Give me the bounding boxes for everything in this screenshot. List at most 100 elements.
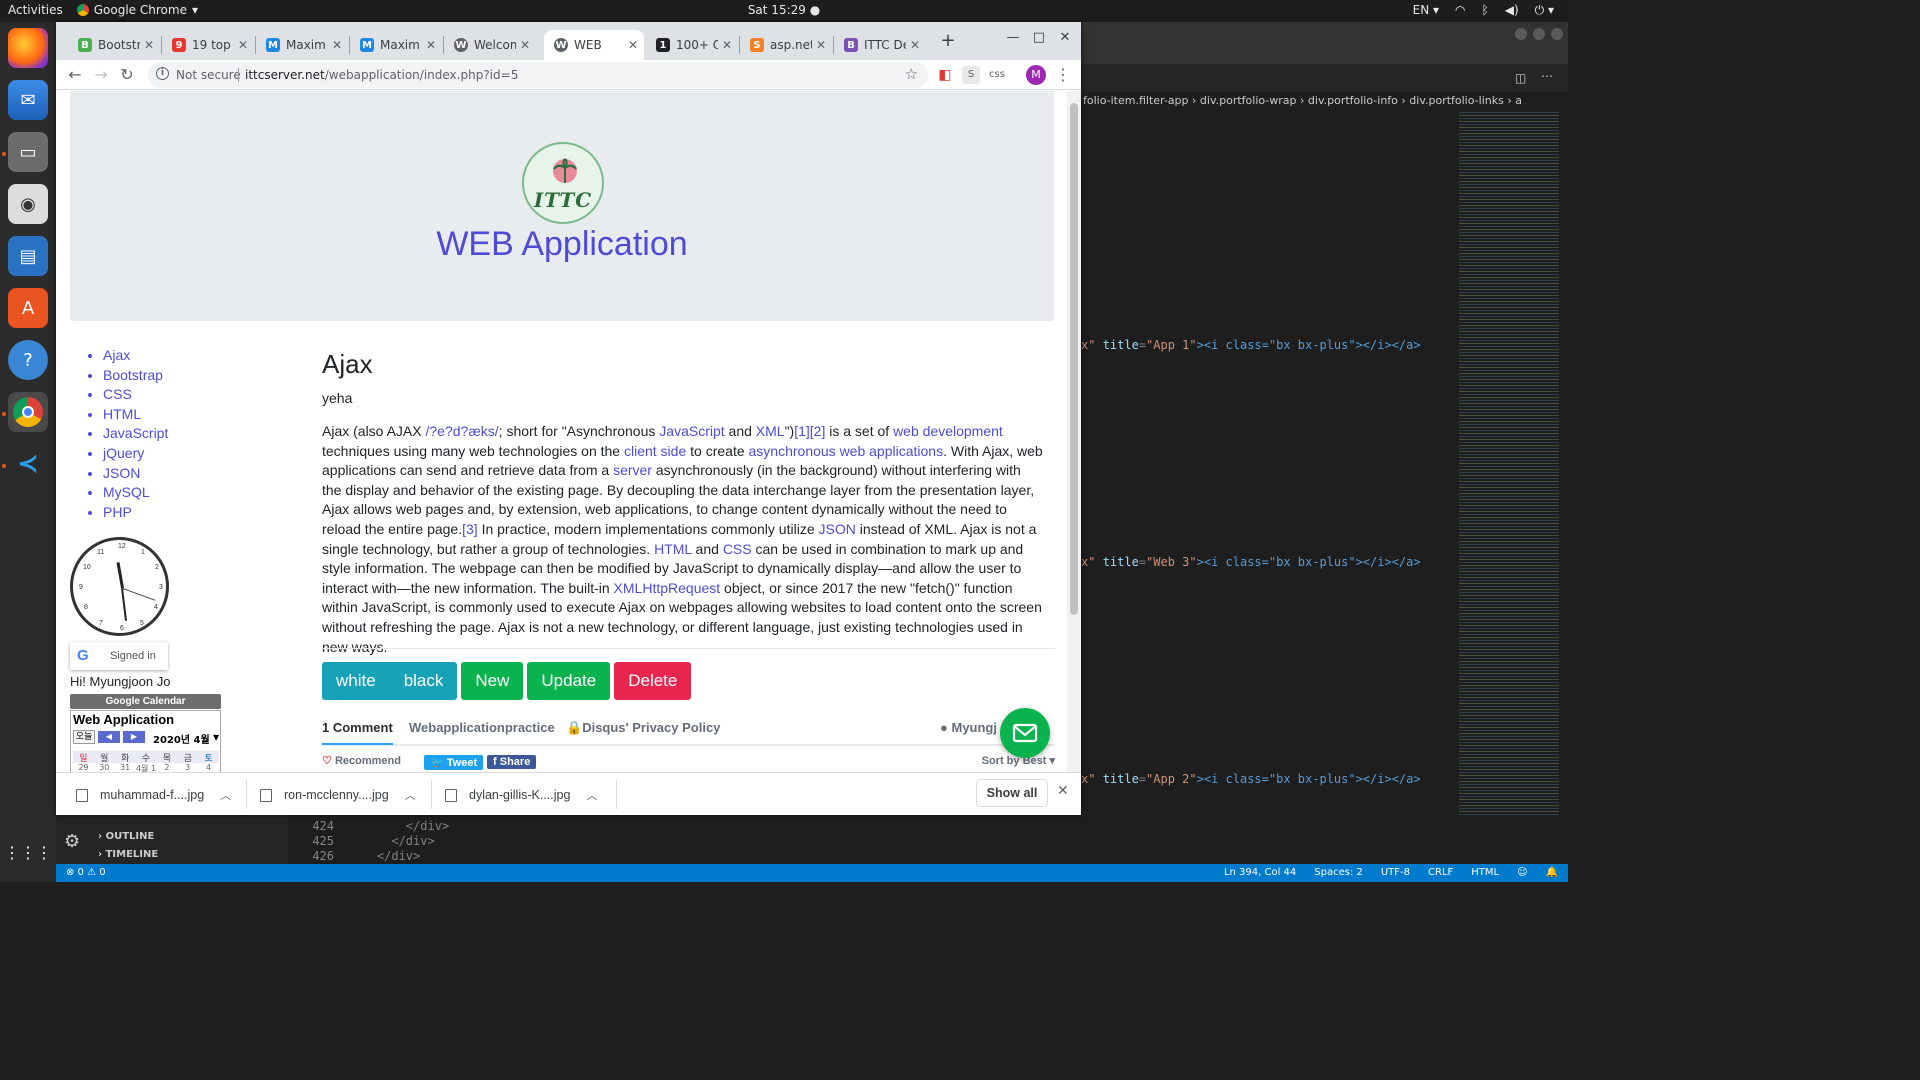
tab-comments[interactable]: 1 Comment (322, 720, 393, 745)
browser-tab[interactable]: M Maxim ✕ (256, 30, 348, 60)
article-link[interactable]: /?e?d?æks/ (426, 423, 499, 439)
page-scrollbar[interactable] (1067, 91, 1081, 772)
browser-tab[interactable]: 9 19 top f✕ (162, 30, 254, 60)
tab-forum[interactable]: Webapplicationpractice (409, 720, 555, 735)
writer-icon[interactable]: ▤ (8, 236, 48, 276)
today-button[interactable]: 오늘 (73, 730, 95, 744)
reload-button[interactable]: ↻ (116, 64, 138, 86)
article-link[interactable]: client side (624, 443, 686, 459)
timeline-section[interactable]: › TIMELINE (98, 849, 158, 860)
article-link[interactable]: web development (893, 423, 1003, 439)
nav-link-ajax[interactable]: Ajax (103, 346, 270, 366)
calendar-day[interactable]: 4월 1 (136, 763, 157, 772)
code-line[interactable]: x" title="App 1"><i class="bx bx-plus"><… (1081, 338, 1421, 352)
nav-link-jquery[interactable]: jQuery (103, 444, 270, 464)
maximize-button[interactable] (1533, 28, 1545, 40)
nav-link-mysql[interactable]: MySQL (103, 483, 270, 503)
download-item[interactable]: dylan-gillis-K....jpg ︿ (437, 783, 597, 807)
profile-avatar[interactable]: M (1026, 65, 1046, 85)
scrollbar-thumb[interactable] (1070, 103, 1078, 615)
problems-indicator[interactable]: ⊗ 0 ⚠ 0 (66, 867, 106, 878)
code-line[interactable]: x" title="App 2"><i class="bx bx-plus"><… (1081, 772, 1421, 786)
chevron-down-icon[interactable]: ▼ (213, 733, 219, 742)
wifi-icon[interactable]: ◠ (1455, 3, 1465, 18)
close-tab-icon[interactable]: ✕ (426, 38, 436, 52)
system-clock[interactable]: Sat 15:29 ● (748, 3, 820, 17)
feedback-icon[interactable]: ☺ (1517, 867, 1527, 878)
close-tab-icon[interactable]: ✕ (520, 38, 530, 52)
chevron-up-icon[interactable]: ︿ (220, 787, 231, 803)
close-tab-icon[interactable]: ✕ (910, 38, 920, 52)
office-extension-icon[interactable]: ◧ (936, 66, 954, 84)
nav-link-html[interactable]: HTML (103, 405, 270, 425)
browser-tab[interactable]: S asp.net ✕ (740, 30, 832, 60)
nav-link-json[interactable]: JSON (103, 464, 270, 484)
cursor-position[interactable]: Ln 394, Col 44 (1224, 867, 1296, 878)
calendar-day[interactable]: 31 (115, 763, 136, 772)
site-title[interactable]: WEB Application (70, 225, 1054, 264)
download-item[interactable]: muhammad-f....jpg ︿ (68, 783, 231, 807)
article-link[interactable]: asynchronous web applications (749, 443, 944, 459)
indentation[interactable]: Spaces: 2 (1314, 867, 1363, 878)
nav-link-php[interactable]: PHP (103, 503, 270, 523)
calendar-day[interactable]: 3 (177, 763, 198, 772)
next-month-button[interactable]: ▶ (123, 731, 145, 743)
calendar-day[interactable]: 4 (198, 763, 219, 772)
white-theme-button[interactable]: white (322, 662, 390, 700)
tweet-button[interactable]: 🐦 Tweet (424, 755, 484, 770)
calendar-day[interactable]: 29 (73, 763, 94, 772)
black-theme-button[interactable]: black (390, 662, 458, 700)
close-window-button[interactable]: ✕ (1052, 30, 1078, 50)
article-link[interactable]: JSON (819, 521, 856, 537)
browser-tab[interactable]: B ITTC De ✕ (834, 30, 926, 60)
show-applications-icon[interactable]: ⋮⋮⋮ (4, 832, 52, 872)
article-link[interactable]: CSS (723, 541, 752, 557)
activities-button[interactable]: Activities (8, 3, 63, 17)
article-link[interactable]: JavaScript (659, 423, 724, 439)
close-button[interactable] (1551, 28, 1563, 40)
close-tab-icon[interactable]: ✕ (816, 38, 826, 52)
article-link[interactable]: XMLHttpRequest (614, 580, 721, 596)
power-icon[interactable]: ⏻ ▾ (1535, 3, 1554, 18)
new-tab-button[interactable]: + (935, 30, 961, 51)
article-link[interactable]: XML (756, 423, 785, 439)
mail-fab-button[interactable] (1000, 708, 1050, 758)
code-line[interactable]: x" title="Web 3"><i class="bx bx-plus"><… (1081, 555, 1421, 569)
browser-tab-active[interactable]: W WEB ✕ (544, 30, 644, 60)
address-bar[interactable]: i Not secure ittcserver.net/webapplicati… (148, 62, 928, 88)
chrome-dock-icon[interactable] (8, 392, 48, 432)
bell-icon[interactable]: 🔔 (1546, 867, 1558, 878)
minimize-button[interactable] (1515, 28, 1527, 40)
recommend-button[interactable]: ♡ Recommend (322, 754, 401, 767)
url-text[interactable]: ittcserver.net/webapplication/index.php?… (245, 68, 518, 82)
split-editor-icon[interactable]: ◫ (1515, 71, 1526, 85)
chevron-up-icon[interactable]: ︿ (586, 787, 597, 803)
input-language[interactable]: EN ▾ (1413, 3, 1439, 18)
language-mode[interactable]: HTML (1471, 867, 1499, 878)
browser-tab[interactable]: M Maxim ✕ (350, 30, 442, 60)
article-link[interactable]: [1][2] (794, 423, 825, 439)
minimap[interactable] (1459, 110, 1559, 862)
gear-icon[interactable]: ⚙ (64, 831, 84, 852)
info-icon[interactable]: i (156, 67, 169, 80)
software-center-icon[interactable]: A (8, 288, 48, 328)
firefox-icon[interactable] (8, 28, 48, 68)
help-icon[interactable]: ? (8, 340, 48, 380)
chevron-up-icon[interactable]: ︿ (405, 787, 416, 803)
article-link[interactable]: server (613, 462, 652, 478)
share-button[interactable]: f Share (487, 755, 537, 769)
outline-section[interactable]: › OUTLINE (98, 831, 154, 842)
show-all-downloads-button[interactable]: Show all (976, 779, 1048, 807)
download-item[interactable]: ron-mcclenny....jpg ︿ (252, 783, 416, 807)
security-label[interactable]: Not secure (176, 68, 241, 82)
calendar-day[interactable]: 2 (156, 763, 177, 772)
chrome-menu-icon[interactable]: ⋮ (1052, 64, 1074, 86)
nav-link-bootstrap[interactable]: Bootstrap (103, 366, 270, 386)
google-signin-button[interactable]: G Signed in (70, 642, 168, 670)
nav-link-javascript[interactable]: JavaScript (103, 424, 270, 444)
encoding[interactable]: UTF-8 (1381, 867, 1410, 878)
close-tab-icon[interactable]: ✕ (628, 38, 638, 52)
delete-button[interactable]: Delete (614, 662, 692, 700)
app-menu[interactable]: Google Chrome ▾ (76, 3, 198, 17)
minimize-button[interactable]: — (1000, 30, 1026, 50)
